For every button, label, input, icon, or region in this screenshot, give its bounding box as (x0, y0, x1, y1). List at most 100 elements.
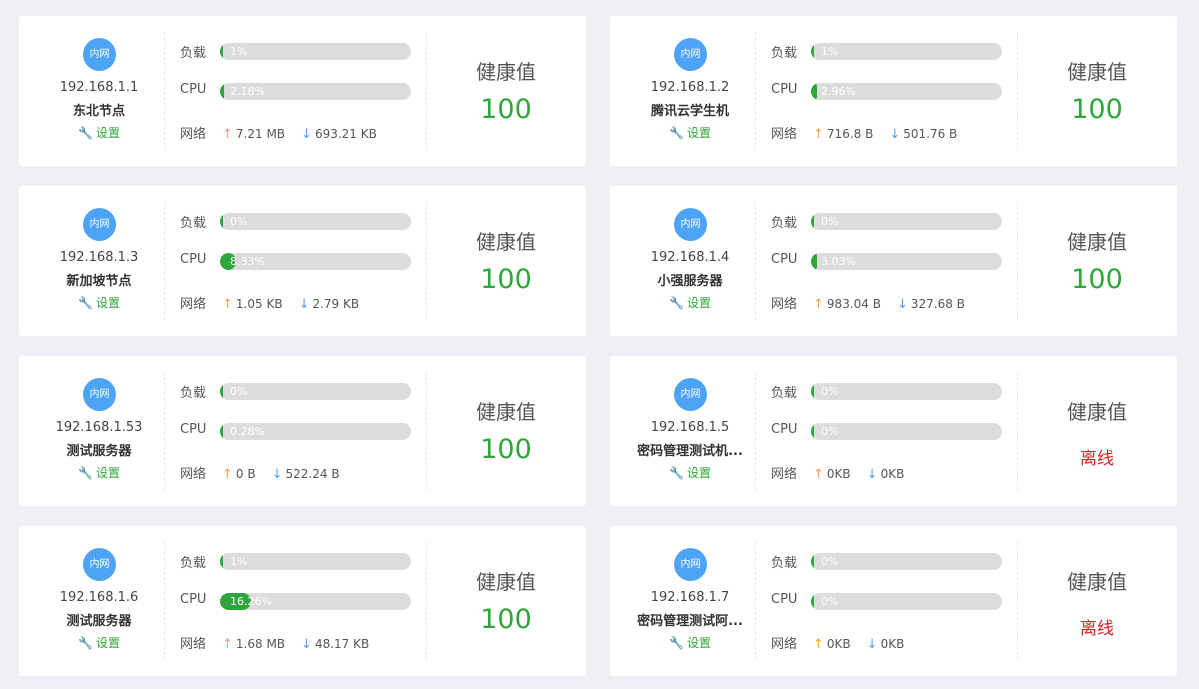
health-panel: 健康值 100 (426, 186, 586, 336)
health-value: 离线 (1080, 619, 1114, 639)
wrench-icon: 🔧 (78, 296, 93, 310)
wrench-icon: 🔧 (669, 636, 684, 650)
server-card[interactable]: 内网 192.168.1.3 新加坡节点 🔧 设置 负载 0% CPU 8.33%… (19, 186, 586, 336)
node-name: 测试服务器 (66, 444, 132, 459)
load-bar-fill (811, 43, 814, 60)
server-card[interactable]: 内网 192.168.1.5 密码管理测试机... 🔧 设置 负载 0% CPU … (610, 356, 1177, 506)
load-label: 负载 (180, 386, 207, 401)
network-label: 网络 (180, 637, 207, 652)
arrow-down-icon: ↓ (866, 637, 878, 652)
node-ip: 192.168.1.53 (55, 420, 143, 435)
cpu-bar: 0% (811, 593, 1002, 610)
node-name: 测试服务器 (66, 614, 132, 629)
load-bar: 0% (220, 213, 411, 230)
network-badge: 内网 (674, 378, 707, 411)
arrow-down-icon: ↓ (896, 297, 908, 312)
cpu-bar: 2.96% (811, 83, 1002, 100)
load-label: 负载 (180, 556, 207, 571)
server-card[interactable]: 内网 192.168.1.1 东北节点 🔧 设置 负载 1% CPU 2.18% … (19, 16, 586, 166)
load-bar: 1% (220, 43, 411, 60)
settings-label: 设置 (95, 636, 120, 650)
node-info: 内网 192.168.1.53 测试服务器 🔧 设置 (19, 356, 164, 506)
download-value: 2.79 KB (312, 297, 360, 311)
load-label: 负载 (180, 46, 207, 61)
network-row: 网络 ↑ 7.21 MB ↓ 693.21 KB (180, 123, 377, 142)
load-bar-fill (811, 383, 814, 400)
arrow-down-icon: ↓ (866, 467, 878, 482)
settings-link[interactable]: 🔧 设置 (19, 124, 179, 141)
network-label: 网络 (180, 467, 207, 482)
node-ip: 192.168.1.6 (59, 590, 139, 605)
cpu-label: CPU (771, 252, 798, 267)
node-info: 内网 192.168.1.6 测试服务器 🔧 设置 (19, 526, 164, 676)
arrow-down-icon: ↓ (298, 297, 310, 312)
settings-label: 设置 (686, 466, 711, 480)
arrow-up-icon: ↑ (222, 297, 233, 312)
settings-link[interactable]: 🔧 设置 (19, 464, 179, 481)
divider (755, 372, 756, 490)
settings-link[interactable]: 🔧 设置 (610, 634, 770, 651)
network-label: 网络 (771, 297, 798, 312)
settings-link[interactable]: 🔧 设置 (610, 124, 770, 141)
network-badge: 内网 (83, 378, 116, 411)
node-ip: 192.168.1.1 (59, 80, 139, 95)
server-card[interactable]: 内网 192.168.1.7 密码管理测试阿... 🔧 设置 负载 0% CPU … (610, 526, 1177, 676)
settings-link[interactable]: 🔧 设置 (19, 294, 179, 311)
load-bar: 0% (811, 213, 1002, 230)
arrow-up-icon: ↑ (813, 467, 824, 482)
settings-label: 设置 (686, 636, 711, 650)
load-bar: 0% (811, 553, 1002, 570)
settings-label: 设置 (686, 126, 711, 140)
cpu-bar-fill (811, 423, 814, 440)
upload-value: 0 B (235, 467, 256, 481)
server-card[interactable]: 内网 192.168.1.6 测试服务器 🔧 设置 负载 1% CPU 16.26… (19, 526, 586, 676)
load-label: 负载 (771, 386, 798, 401)
arrow-up-icon: ↑ (222, 637, 233, 652)
load-bar: 1% (220, 553, 411, 570)
network-badge: 内网 (83, 38, 116, 71)
node-ip: 192.168.1.7 (650, 590, 730, 605)
cpu-label: CPU (771, 592, 798, 607)
cpu-bar: 3.03% (811, 253, 1002, 270)
node-name: 东北节点 (72, 104, 125, 119)
load-bar-fill (220, 383, 223, 400)
server-grid: 内网 192.168.1.1 东北节点 🔧 设置 负载 1% CPU 2.18% … (0, 0, 1199, 689)
network-row: 网络 ↑ 1.68 MB ↓ 48.17 KB (180, 633, 369, 652)
node-ip: 192.168.1.2 (650, 80, 730, 95)
health-title: 健康值 (476, 230, 536, 254)
server-card[interactable]: 内网 192.168.1.53 测试服务器 🔧 设置 负载 0% CPU 0.28… (19, 356, 586, 506)
wrench-icon: 🔧 (78, 126, 93, 140)
upload-value: 983.04 B (826, 297, 881, 311)
health-value: 100 (480, 604, 532, 635)
network-row: 网络 ↑ 0KB ↓ 0KB (771, 463, 904, 482)
arrow-down-icon: ↓ (889, 127, 901, 142)
network-badge: 内网 (674, 38, 707, 71)
wrench-icon: 🔧 (669, 296, 684, 310)
upload-value: 716.8 B (826, 127, 874, 141)
settings-link[interactable]: 🔧 设置 (19, 634, 179, 651)
divider (755, 542, 756, 660)
wrench-icon: 🔧 (78, 636, 93, 650)
node-ip: 192.168.1.3 (59, 250, 139, 265)
divider (164, 542, 165, 660)
settings-link[interactable]: 🔧 设置 (610, 294, 770, 311)
network-row: 网络 ↑ 983.04 B ↓ 327.68 B (771, 293, 965, 312)
server-card[interactable]: 内网 192.168.1.4 小强服务器 🔧 设置 负载 0% CPU 3.03%… (610, 186, 1177, 336)
network-label: 网络 (180, 297, 207, 312)
cpu-label: CPU (180, 252, 207, 267)
download-value: 0KB (880, 467, 905, 481)
node-info: 内网 192.168.1.7 密码管理测试阿... 🔧 设置 (610, 526, 755, 676)
download-value: 501.76 B (903, 127, 958, 141)
load-bar-fill (811, 553, 814, 570)
load-value: 0% (821, 555, 839, 568)
settings-link[interactable]: 🔧 设置 (610, 464, 770, 481)
load-value: 0% (230, 385, 248, 398)
load-bar-fill (220, 553, 223, 570)
cpu-bar-fill (811, 593, 814, 610)
network-row: 网络 ↑ 1.05 KB ↓ 2.79 KB (180, 293, 359, 312)
load-bar-fill (220, 43, 223, 60)
network-label: 网络 (771, 127, 798, 142)
network-badge: 内网 (674, 548, 707, 581)
server-card[interactable]: 内网 192.168.1.2 腾讯云学生机 🔧 设置 负载 1% CPU 2.96… (610, 16, 1177, 166)
health-title: 健康值 (1067, 400, 1127, 424)
